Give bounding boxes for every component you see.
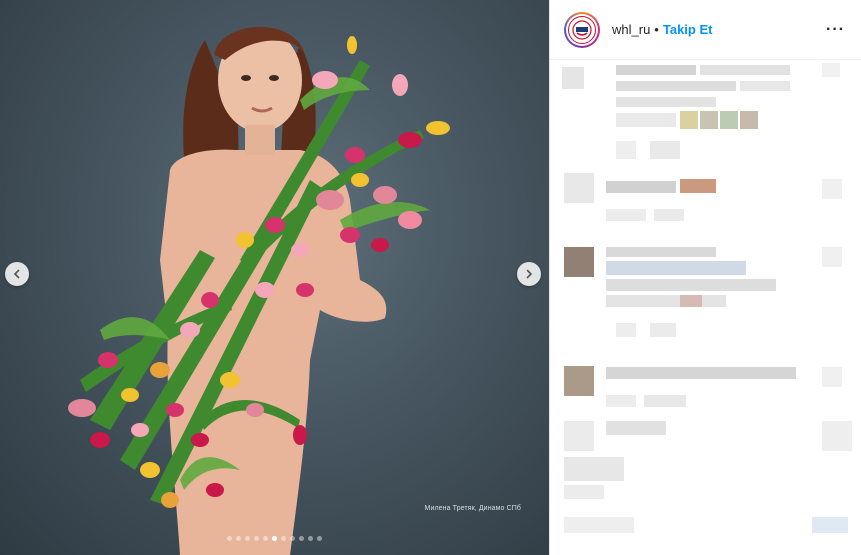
avatar[interactable] (564, 11, 600, 48)
carousel-indicator (0, 536, 549, 541)
comments-section-pixelated (550, 61, 861, 555)
carousel-dot (281, 536, 286, 541)
header-separator: • (654, 22, 659, 37)
carousel-dot (308, 536, 313, 541)
post-header: whl_ru • Takip Et ··· (550, 0, 861, 60)
carousel-dot (272, 536, 277, 541)
photo-scene (68, 26, 450, 555)
carousel-dot (236, 536, 241, 541)
carousel-dot (227, 536, 232, 541)
chevron-right-icon (526, 269, 533, 279)
carousel-dot (254, 536, 259, 541)
follow-button[interactable]: Takip Et (663, 22, 713, 37)
carousel-dot (245, 536, 250, 541)
chevron-left-icon (13, 269, 20, 279)
more-options-icon[interactable]: ··· (826, 21, 845, 39)
whl-logo-icon (568, 15, 596, 44)
post-side-panel: whl_ru • Takip Et ··· (549, 0, 861, 555)
carousel-prev-button[interactable] (5, 262, 29, 286)
carousel-dot (290, 536, 295, 541)
carousel-dot (299, 536, 304, 541)
carousel-next-button[interactable] (517, 262, 541, 286)
carousel-dot (263, 536, 268, 541)
carousel-dot (317, 536, 322, 541)
pixelated-comments (562, 63, 852, 533)
post-photo: Милена Третяк, Динамо СПб (0, 0, 549, 555)
photo-caption: Милена Третяк, Динамо СПб (424, 505, 521, 512)
username-link[interactable]: whl_ru (612, 22, 650, 37)
